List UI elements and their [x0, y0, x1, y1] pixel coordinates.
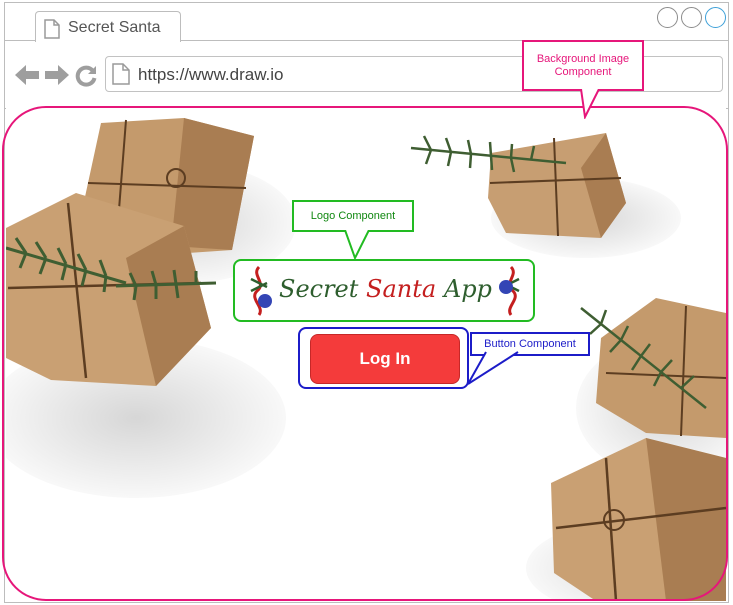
logo-word-app: App: [443, 275, 492, 303]
back-arrow-icon[interactable]: [15, 65, 39, 90]
reload-icon[interactable]: [75, 65, 97, 92]
maximize-button[interactable]: [681, 7, 702, 28]
ribbon-icon: [250, 265, 272, 316]
button-callout-pointer: [467, 351, 519, 385]
tab-bar: Secret Santa: [5, 3, 728, 42]
browser-tab[interactable]: Secret Santa: [35, 11, 181, 42]
login-button[interactable]: Log In: [310, 334, 460, 384]
button-component: Log In: [298, 327, 469, 389]
window-controls: [657, 7, 726, 28]
logo-callout-pointer: [344, 230, 370, 261]
ribbon-icon: [499, 265, 520, 316]
minimize-button[interactable]: [657, 7, 678, 28]
background-callout-pointer: [580, 89, 600, 119]
logo-word-secret: Secret: [279, 275, 359, 303]
document-icon: [112, 63, 130, 90]
logo-word-santa: Santa: [366, 275, 437, 303]
logo-title: Secret Santa App: [279, 275, 492, 303]
forward-arrow-icon[interactable]: [45, 65, 69, 90]
url-text: https://www.draw.io: [138, 65, 284, 84]
close-button[interactable]: [705, 7, 726, 28]
tab-title: Secret Santa: [68, 19, 161, 36]
logo-component: Secret Santa App: [233, 259, 535, 322]
background-callout: Background Image Component: [522, 40, 644, 91]
logo-callout: Logo Component: [292, 200, 414, 232]
